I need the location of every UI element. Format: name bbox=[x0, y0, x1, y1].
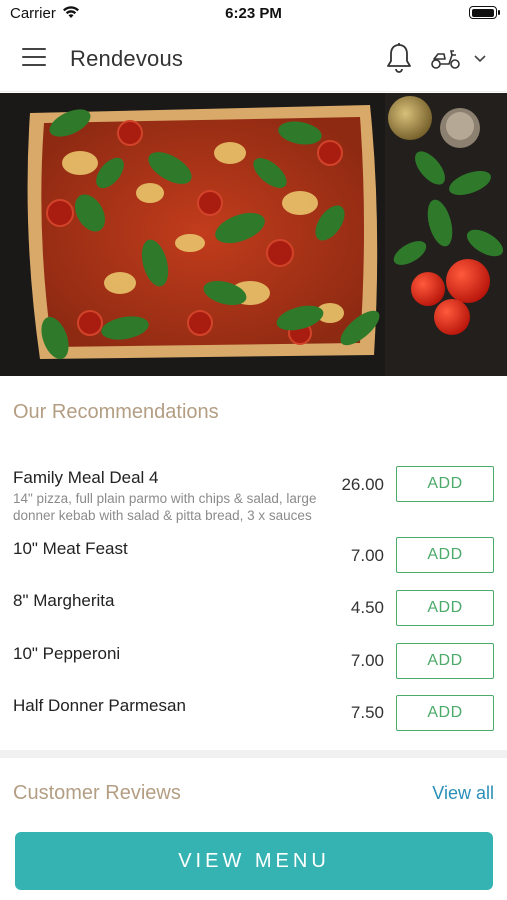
recommendations-heading: Our Recommendations bbox=[13, 401, 219, 423]
menu-item-name: Family Meal Deal 4 bbox=[13, 468, 159, 487]
battery-level bbox=[471, 8, 494, 17]
menu-item-price: 7.50 bbox=[350, 703, 384, 722]
status-time: 6:23 PM bbox=[225, 5, 282, 22]
app-header: Rendevous bbox=[0, 26, 507, 92]
battery-icon bbox=[469, 6, 500, 19]
menu-item-price: 7.00 bbox=[350, 546, 384, 565]
menu-item-name: 8" Margherita bbox=[13, 591, 115, 610]
menu-item-price: 7.00 bbox=[350, 651, 384, 670]
add-button[interactable]: ADD bbox=[396, 643, 494, 679]
menu-item-name: 10" Meat Feast bbox=[13, 539, 128, 558]
menu-item-name: Half Donner Parmesan bbox=[13, 696, 186, 715]
status-bar: Carrier 6:23 PM bbox=[0, 0, 507, 26]
view-all-reviews-link[interactable]: View all bbox=[432, 783, 494, 804]
menu-item-description: 14" pizza, full plain parmo with chips &… bbox=[13, 491, 317, 523]
scooter-icon[interactable] bbox=[430, 46, 462, 70]
add-button[interactable]: ADD bbox=[396, 537, 494, 573]
add-button[interactable]: ADD bbox=[396, 590, 494, 626]
menu-item-price: 26.00 bbox=[341, 475, 384, 494]
restaurant-title: Rendevous bbox=[70, 46, 184, 71]
chevron-down-icon[interactable] bbox=[472, 52, 488, 64]
view-menu-button[interactable]: VIEW MENU bbox=[15, 832, 493, 890]
hero-pizza-image bbox=[0, 93, 507, 376]
hamburger-menu-icon[interactable] bbox=[22, 48, 48, 70]
reviews-heading: Customer Reviews bbox=[13, 782, 181, 804]
menu-item-name: 10" Pepperoni bbox=[13, 644, 121, 663]
menu-item-price: 4.50 bbox=[350, 598, 384, 617]
bell-icon[interactable] bbox=[385, 42, 413, 74]
section-divider bbox=[0, 750, 507, 758]
add-button[interactable]: ADD bbox=[396, 466, 494, 502]
add-button[interactable]: ADD bbox=[396, 695, 494, 731]
